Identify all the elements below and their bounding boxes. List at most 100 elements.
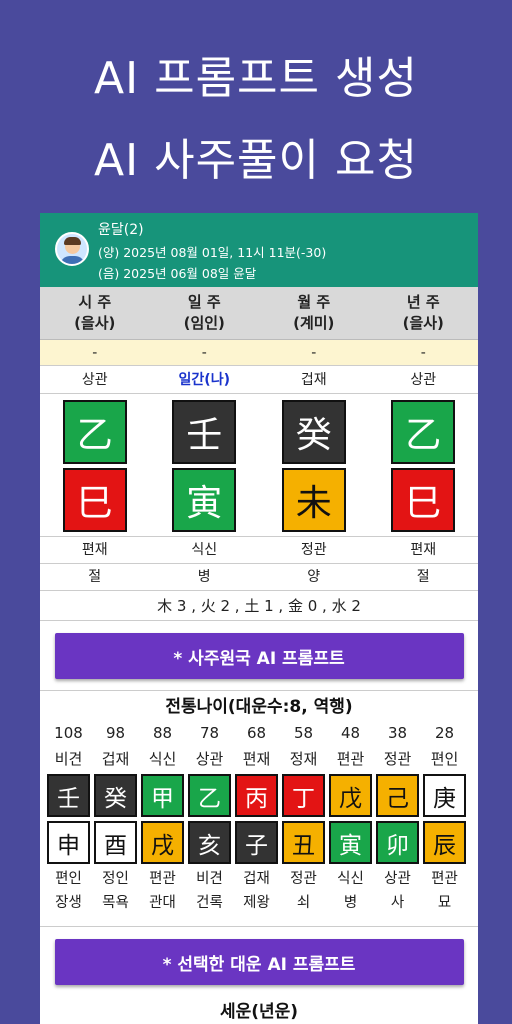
daewoon-age: 78 <box>199 724 220 742</box>
daewoon-stage: 건록 <box>196 895 223 911</box>
daewoon-stem-god: 식신 <box>148 750 177 768</box>
daewoon-age: 68 <box>246 724 267 742</box>
day-master-label: 일간(나) <box>178 372 230 388</box>
pillar-header-hour: 시 주 (을사) <box>74 293 116 332</box>
daewoon-branch-glyph: 丑 <box>282 821 325 864</box>
daewoon-stage: 목욕 <box>102 895 129 911</box>
daewoon-column[interactable]: 78 상관 乙亥 비견 건록 <box>186 720 233 915</box>
daewoon-branch-glyph: 戌 <box>141 821 184 864</box>
daewoon-age: 108 <box>54 724 83 742</box>
pillar-header-row: 시 주 (을사) 일 주 (임인) 월 주 (계미) 년 주 (을사) <box>40 287 478 340</box>
daewoon-branch-god: 식신 <box>337 871 364 887</box>
pillar-column: 乙巳 <box>40 400 150 532</box>
daewoon-stage: 묘 <box>437 895 452 911</box>
daewoon-stem-god: 정재 <box>289 750 318 768</box>
daewoon-stem-glyph: 庚 <box>423 774 466 817</box>
daewoon-branch-glyph: 申 <box>47 821 90 864</box>
stem-god-row: 상관 일간(나) 겁재 상관 <box>40 366 478 394</box>
daewoon-branch-god: 상관 <box>384 871 411 887</box>
daewoon-stem-glyph: 乙 <box>188 774 231 817</box>
heavenly-stem-glyph: 癸 <box>281 400 346 464</box>
daewoon-stem-glyph: 丁 <box>282 774 325 817</box>
daewoon-column[interactable]: 68 편재 丙子 겁재제왕 <box>233 720 280 915</box>
heavenly-stem-glyph: 乙 <box>62 400 127 464</box>
daewoon-column[interactable]: 58 정재 丁丑 정관쇠 <box>280 720 327 915</box>
daewoon-branch-god: 편인 <box>55 871 82 887</box>
daewoon-column[interactable]: 28 편인 庚辰 편관묘 <box>421 720 468 915</box>
daewoon-title: 전통나이(대운수:8, 역행) <box>165 697 353 717</box>
daewoon-stem-god: 편재 <box>242 750 271 768</box>
pillar-header-day: 일 주 (임인) <box>183 293 225 332</box>
daewoon-ai-prompt-button[interactable]: * 선택한 대운 AI 프롬프트 <box>54 939 464 985</box>
daewoon-stem-god: 겁재 <box>101 750 130 768</box>
daewoon-stem-glyph: 己 <box>376 774 419 817</box>
user-avatar-icon <box>55 232 89 266</box>
profile-solar-date: (양) 2025년 08월 01일, 11시 11분(-30) <box>98 245 327 260</box>
saewoon-title: 세운(년운) <box>219 1002 299 1022</box>
app-screen: 윤달(2) (양) 2025년 08월 01일, 11시 11분(-30) (음… <box>40 213 478 1024</box>
daewoon-branch-glyph: 酉 <box>94 821 137 864</box>
stem-god-label: 상관 <box>81 372 108 388</box>
daewoon-column[interactable]: 38 정관 己卯 상관사 <box>374 720 421 915</box>
daewoon-branch-god: 정관 <box>290 871 317 887</box>
daewoon-age: 28 <box>434 724 455 742</box>
headline-prompt-generation: AI 프롬프트 생성 <box>94 53 418 104</box>
pillar-dash-row: - - - - <box>40 340 478 366</box>
daewoon-column[interactable]: 88 식신 甲戌 편관관대 <box>139 720 186 915</box>
divider <box>40 679 478 691</box>
daewoon-stem-glyph: 丙 <box>235 774 278 817</box>
daewoon-stem-god: 편관 <box>336 750 365 768</box>
daewoon-branch-glyph: 子 <box>235 821 278 864</box>
daewoon-age: 38 <box>387 724 408 742</box>
profile-header[interactable]: 윤달(2) (양) 2025년 08월 01일, 11시 11분(-30) (음… <box>40 213 478 287</box>
daewoon-age: 88 <box>152 724 173 742</box>
daewoon-stem-god: 비견 <box>54 750 83 768</box>
heavenly-stem-glyph: 壬 <box>172 400 237 464</box>
heavenly-stem-glyph: 乙 <box>391 400 456 464</box>
daewoon-stem-god: 편인 <box>430 750 459 768</box>
daewoon-age: 58 <box>293 724 314 742</box>
pillar-column: 乙巳 <box>369 400 479 532</box>
earthly-branch-glyph: 未 <box>281 468 346 532</box>
daewoon-branch-god: 편관 <box>149 871 176 887</box>
pillar-column: 壬寅 <box>150 400 260 532</box>
divider <box>40 915 478 927</box>
daewoon-column[interactable]: 48 편관 戊寅 식신병 <box>327 720 374 915</box>
earthly-branch-glyph: 巳 <box>62 468 127 532</box>
pillar-glyph-grid: 乙巳壬寅癸未乙巳 <box>40 394 478 537</box>
daewoon-stage: 제왕 <box>243 895 270 911</box>
headline-saju-request: AI 사주풀이 요청 <box>94 135 418 186</box>
daewoon-branch-glyph: 辰 <box>423 821 466 864</box>
earthly-branch-glyph: 巳 <box>391 468 456 532</box>
daewoon-stage: 병 <box>343 895 358 911</box>
daewoon-column[interactable]: 108 비견 壬申 편인장생 <box>45 720 92 915</box>
daewoon-stem-glyph: 癸 <box>94 774 137 817</box>
twelve-stage-row: 절 병 양 절 <box>40 564 478 591</box>
daewoon-stem-glyph: 壬 <box>47 774 90 817</box>
daewoon-stage: 장생 <box>55 895 82 911</box>
saju-ai-prompt-button[interactable]: * 사주원국 AI 프롬프트 <box>54 633 464 679</box>
daewoon-stem-god: 정관 <box>383 750 412 768</box>
daewoon-stem-glyph: 戊 <box>329 774 372 817</box>
daewoon-stage: 관대 <box>149 895 176 911</box>
daewoon-column[interactable]: 98 겁재 癸酉 정인목욕 <box>92 720 139 915</box>
daewoon-branch-glyph: 寅 <box>329 821 372 864</box>
daewoon-branch-god: 비견 <box>196 871 223 887</box>
daewoon-branch-glyph: 亥 <box>188 821 231 864</box>
daewoon-branch-god: 겁재 <box>243 871 270 887</box>
daewoon-stem-glyph: 甲 <box>141 774 184 817</box>
daewoon-age: 98 <box>105 724 126 742</box>
daewoon-branch-glyph: 卯 <box>376 821 419 864</box>
daewoon-age: 48 <box>340 724 361 742</box>
daewoon-list[interactable]: 108 비견 壬申 편인장생 98 겁재 癸酉 정인목욕 88 식신 甲戌 편관관대 78 상관 乙亥 비견건… <box>40 720 478 915</box>
daewoon-branch-god: 정인 <box>102 871 129 887</box>
profile-lunar-date: (음) 2025년 06월 08일 윤달 <box>98 266 257 281</box>
daewoon-stage: 사 <box>390 895 405 911</box>
daewoon-stage: 쇠 <box>296 895 311 911</box>
five-elements-count: 木 3 , 火 2 , 土 1 , 金 0 , 水 2 <box>40 591 478 621</box>
daewoon-branch-god: 편관 <box>431 871 458 887</box>
branch-god-row: 편재 식신 정관 편재 <box>40 537 478 564</box>
stem-god-label: 겁재 <box>300 372 327 388</box>
pillar-column: 癸未 <box>259 400 369 532</box>
profile-name: 윤달(2) <box>98 222 144 238</box>
